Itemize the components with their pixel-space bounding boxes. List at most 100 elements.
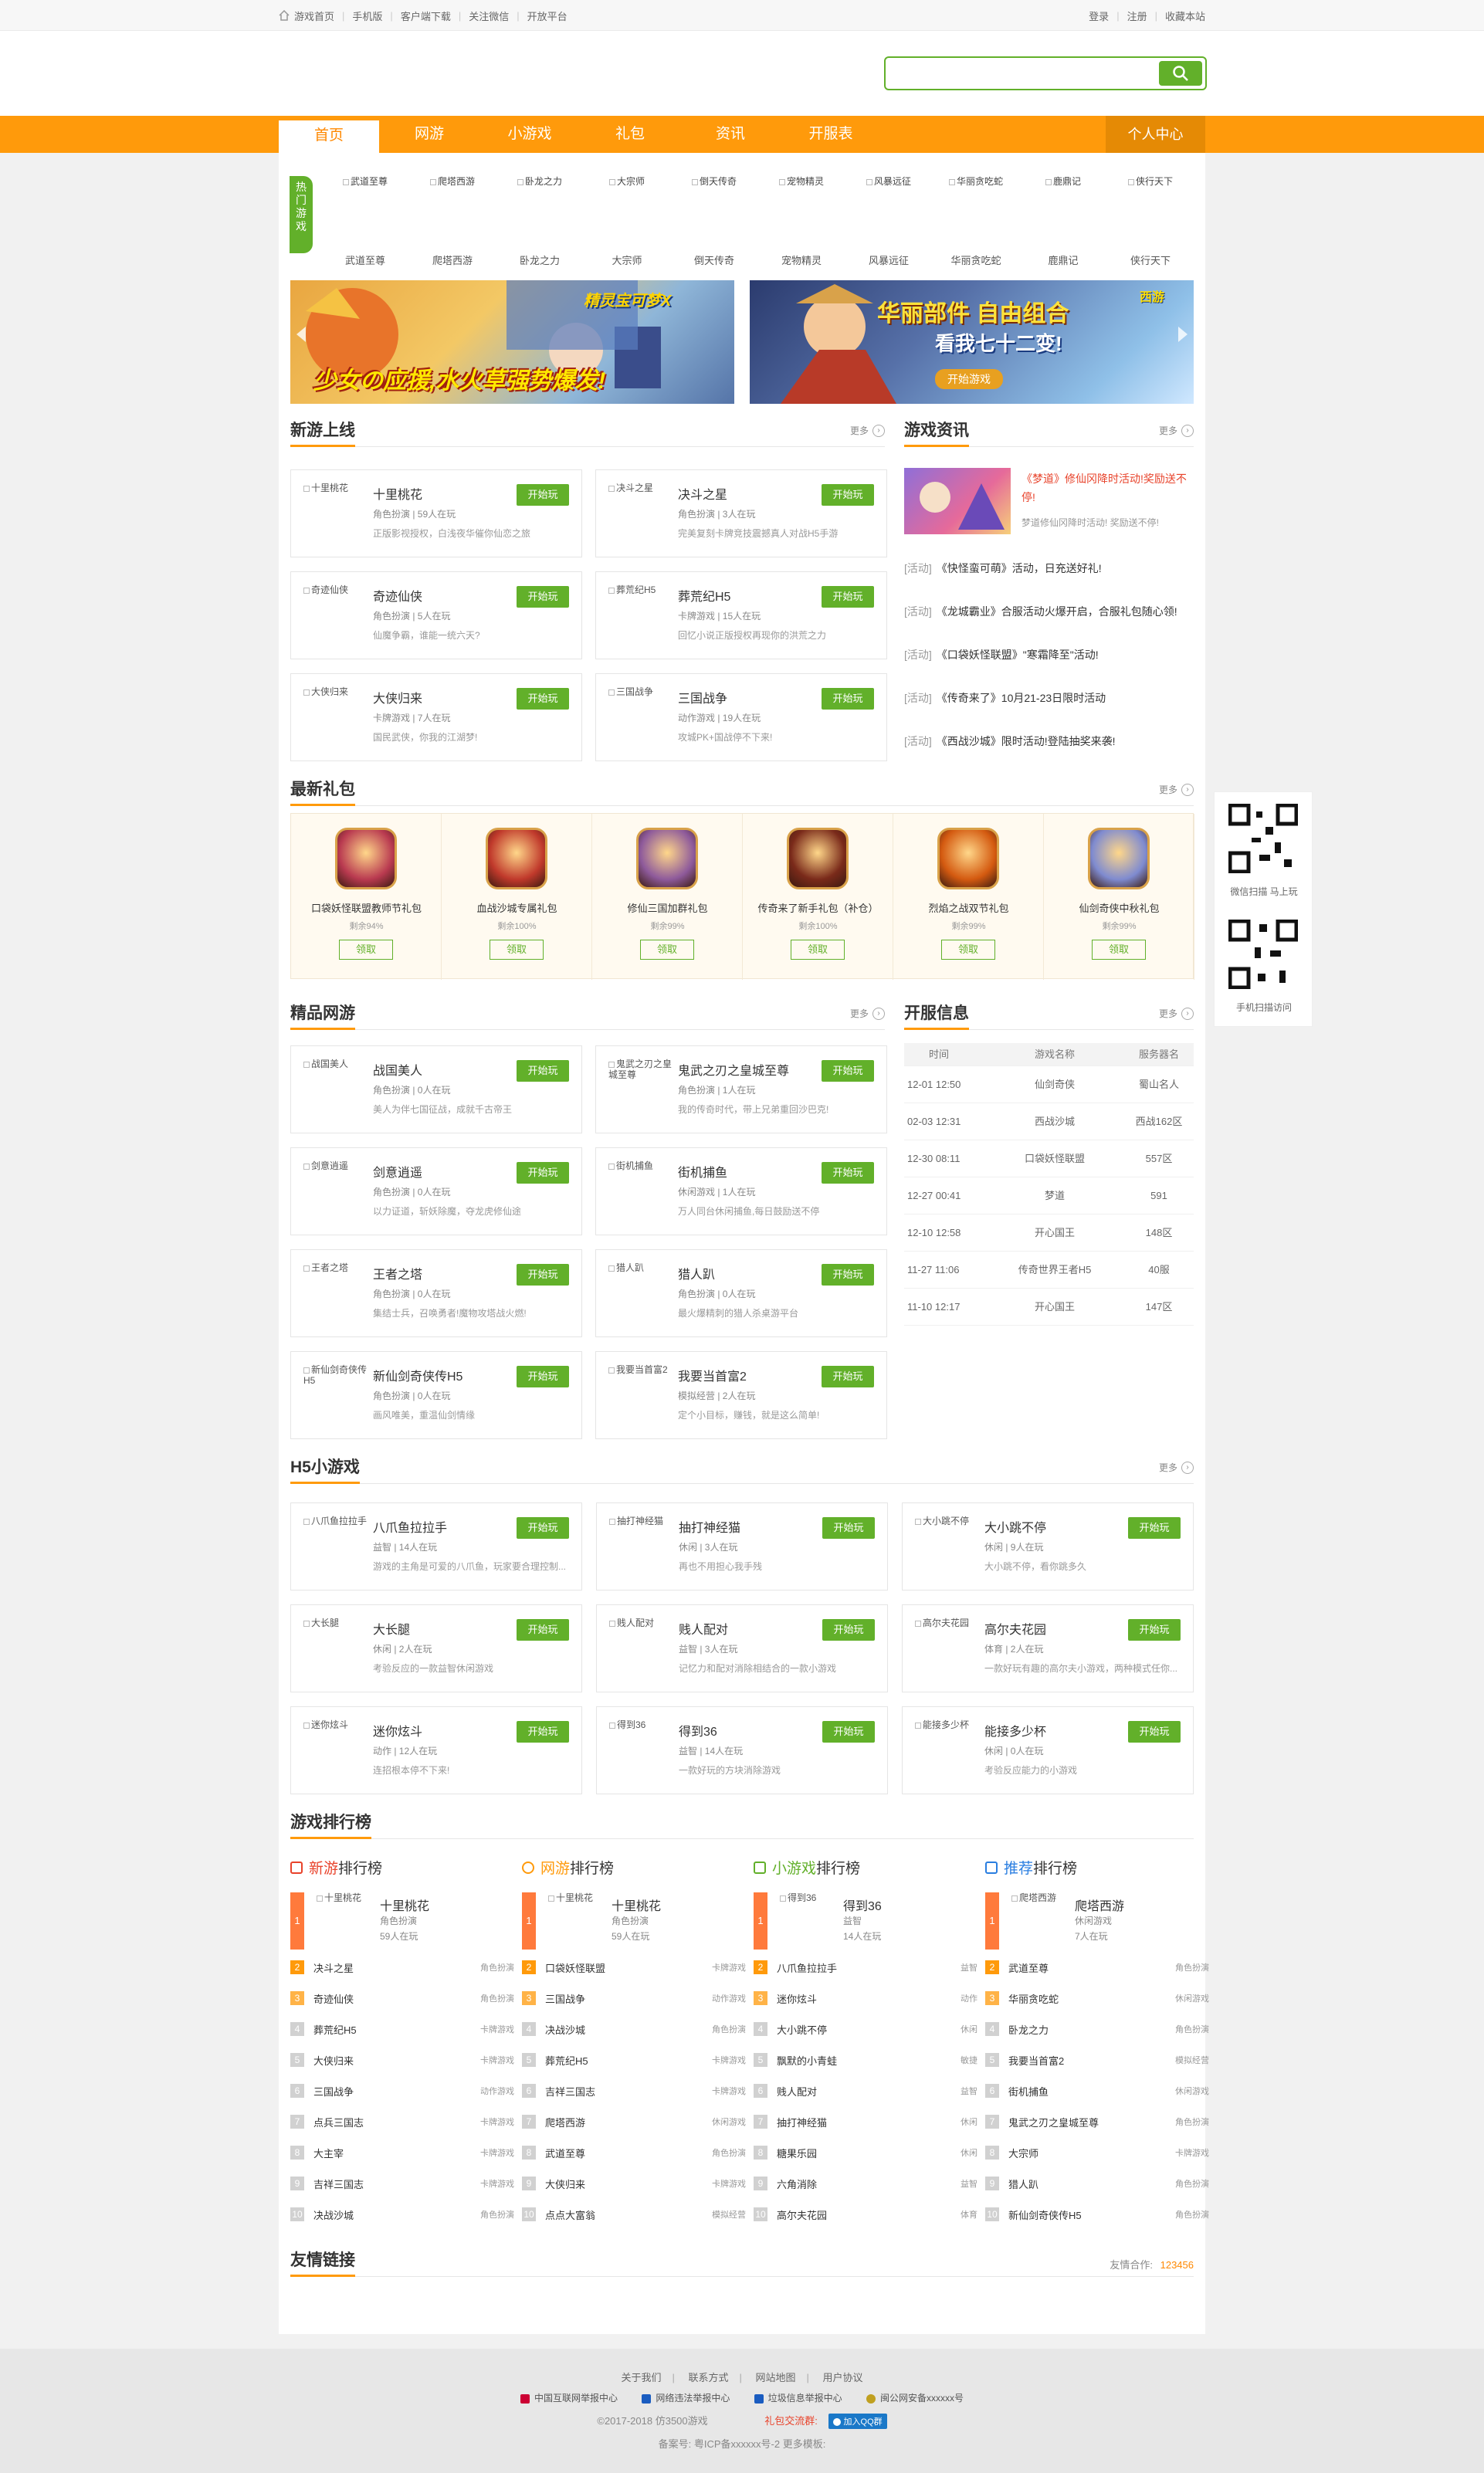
hot-game-item[interactable]: 侠行天下 侠行天下 [1112, 174, 1189, 267]
play-button[interactable]: 开始玩 [822, 1721, 875, 1743]
game-card[interactable]: 大小跳不停 大小跳不停 休闲 | 9人在玩 大小跳不停，看你跳多久 开始玩 [902, 1502, 1194, 1591]
play-button[interactable]: 开始玩 [822, 1619, 875, 1641]
hot-game-item[interactable]: 武道至尊 武道至尊 [327, 174, 404, 267]
game-card[interactable]: 奇迹仙侠 奇迹仙侠 角色扮演 | 5人在玩 仙魔争霸，谁能一统六天? 开始玩 [290, 571, 582, 659]
play-button[interactable]: 开始玩 [822, 1517, 875, 1539]
game-card[interactable]: 三国战争 三国战争 动作游戏 | 19人在玩 攻城PK+国战停不下来! 开始玩 [595, 673, 887, 761]
game-card[interactable]: 抽打神经猫 抽打神经猫 休闲 | 3人在玩 再也不用担心我手残 开始玩 [596, 1502, 888, 1591]
rank-list-item[interactable]: 3 华丽贪吃蛇 休闲游戏 [985, 1990, 1209, 2006]
join-qq-button[interactable]: 加入QQ群 [828, 2414, 887, 2429]
play-button[interactable]: 开始玩 [1128, 1619, 1181, 1641]
news-item[interactable]: [活动] 《传奇来了》10月21-23日限时活动 [904, 690, 1106, 706]
rank-list-item[interactable]: 5 大侠归来 卡牌游戏 [290, 2052, 514, 2068]
game-card[interactable]: 决斗之星 决斗之星 角色扮演 | 3人在玩 完美复刻卡牌竞技震撼真人对战H5手游 开始玩 [595, 469, 887, 557]
hot-game-item[interactable]: 鹿鼎记 鹿鼎记 [1025, 174, 1102, 267]
game-card[interactable]: 葬荒纪H5 葬荒纪H5 卡牌游戏 | 15人在玩 回忆小说正版授权再现你的洪荒之力 开始… [595, 571, 887, 659]
game-card[interactable]: 新仙剑奇侠传H5 新仙剑奇侠传H5 角色扮演 | 0人在玩 画风唯美，重温仙剑情缘 开始… [290, 1351, 582, 1439]
gift-claim-button[interactable]: 领取 [339, 940, 393, 960]
game-card[interactable]: 剑意逍遥 剑意逍遥 角色扮演 | 0人在玩 以力证道，斩妖除魔，夺龙虎修仙途 开始玩 [290, 1147, 582, 1235]
game-card[interactable]: 鬼武之刃之皇城至尊 鬼武之刃之皇城至尊 角色扮演 | 1人在玩 我的传奇时代，带上兄弟… [595, 1045, 887, 1133]
news-item[interactable]: [活动] 《快怪蛮可萌》活动，日充送好礼! [904, 561, 1102, 576]
hot-game-item[interactable]: 倒天传奇 倒天传奇 [676, 174, 753, 267]
news-item[interactable]: [活动] 《龙城霸业》合服活动火爆开启，合服礼包随心领! [904, 604, 1177, 619]
server-row[interactable]: 12-27 00:41 梦道 591 [904, 1177, 1194, 1214]
hot-game-item[interactable]: 华丽贪吃蛇 华丽贪吃蛇 [937, 174, 1015, 267]
user-center-button[interactable]: 个人中心 [1106, 116, 1205, 153]
server-row[interactable]: 02-03 12:31 西战沙城 西战162区 [904, 1103, 1194, 1140]
rank-list-item[interactable]: 4 大小跳不停 休闲 [754, 2021, 977, 2037]
rank-list-item[interactable]: 5 我要当首富2 模拟经营 [985, 2052, 1209, 2068]
rank-list-item[interactable]: 9 大侠归来 卡牌游戏 [522, 2176, 746, 2191]
h5-more[interactable]: 更多 › [1159, 1461, 1194, 1474]
play-button[interactable]: 开始玩 [822, 1162, 874, 1184]
news-item[interactable]: [活动] 《西战沙城》限时活动!登陆抽奖来袭! [904, 733, 1116, 749]
footer-sitemap[interactable]: 网站地图 [756, 2372, 796, 2383]
game-card[interactable]: 十里桃花 十里桃花 角色扮演 | 59人在玩 正版影视授权，白浅夜华催你仙恋之旅 开始玩 [290, 469, 582, 557]
play-button[interactable]: 开始玩 [822, 586, 874, 608]
rank-list-item[interactable]: 3 迷你炫斗 动作 [754, 1990, 977, 2006]
game-card[interactable]: 猎人趴 猎人趴 角色扮演 | 0人在玩 最火爆精刺的猎人杀桌游平台 开始玩 [595, 1249, 887, 1337]
news-top-image[interactable] [904, 468, 1011, 534]
play-button[interactable]: 开始玩 [517, 1366, 569, 1387]
server-row[interactable]: 11-27 11:06 传奇世界王者H5 40服 [904, 1252, 1194, 1289]
play-button[interactable]: 开始玩 [517, 688, 569, 710]
rank-list-item[interactable]: 2 口袋妖怪联盟 卡牌游戏 [522, 1960, 746, 1975]
hot-game-item[interactable]: 卧龙之力 卧龙之力 [501, 174, 578, 267]
nav-news[interactable]: 资讯 [680, 116, 781, 153]
gift-claim-button[interactable]: 领取 [1092, 940, 1146, 960]
rank-list-item[interactable]: 8 糖果乐园 休闲 [754, 2145, 977, 2160]
rank-list-item[interactable]: 7 点兵三国志 卡牌游戏 [290, 2114, 514, 2129]
play-button[interactable]: 开始玩 [517, 1619, 569, 1641]
game-card[interactable]: 战国美人 战国美人 角色扮演 | 0人在玩 美人为伴七国征战，成就千古帝王 开始玩 [290, 1045, 582, 1133]
nav-home[interactable]: 首页 [279, 120, 379, 153]
top-link-wechat[interactable]: 关注微信 [469, 8, 509, 23]
hot-game-item[interactable]: 宠物精灵 宠物精灵 [763, 174, 840, 267]
footer-badge-4[interactable]: 闽公网安备xxxxxx号 [880, 2393, 964, 2404]
rank-list-item[interactable]: 5 葬荒纪H5 卡牌游戏 [522, 2052, 746, 2068]
footer-badge-2[interactable]: 网络违法举报中心 [656, 2393, 730, 2404]
rank-list-item[interactable]: 10 点点大富翁 模拟经营 [522, 2207, 746, 2222]
footer-contact[interactable]: 联系方式 [688, 2372, 728, 2383]
game-card[interactable]: 迷你炫斗 迷你炫斗 动作 | 12人在玩 连招根本停不下来! 开始玩 [290, 1706, 582, 1794]
server-row[interactable]: 12-10 12:58 开心国王 148区 [904, 1214, 1194, 1252]
news-top-title[interactable]: 《梦道》修仙冈降时活动!奖励送不停! [1022, 469, 1193, 506]
banner-right[interactable]: 华丽部件 自由组合 看我七十二变! 开始游戏 西游 [750, 280, 1194, 404]
login-link[interactable]: 登录 [1089, 8, 1109, 23]
nav-mini[interactable]: 小游戏 [479, 116, 580, 153]
rank-list-item[interactable]: 9 吉祥三国志 卡牌游戏 [290, 2176, 514, 2191]
top-link-client[interactable]: 客户端下载 [401, 8, 451, 23]
rank-list-item[interactable]: 10 新仙剑奇侠传H5 角色扮演 [985, 2207, 1209, 2222]
rank-list-item[interactable]: 6 街机捕鱼 休闲游戏 [985, 2083, 1209, 2099]
rank-top-item[interactable]: 1 得到36 得到36 益智 14人在玩 [754, 1892, 977, 1950]
footer-badge-3[interactable]: 垃圾信息举报中心 [768, 2393, 842, 2404]
footer-agreement[interactable]: 用户协议 [823, 2372, 863, 2383]
rank-list-item[interactable]: 8 大主宰 卡牌游戏 [290, 2145, 514, 2160]
rank-list-item[interactable]: 7 鬼武之刃之皇城至尊 角色扮演 [985, 2114, 1209, 2129]
rank-list-item[interactable]: 6 三国战争 动作游戏 [290, 2083, 514, 2099]
nav-online[interactable]: 网游 [379, 116, 479, 153]
gifts-more[interactable]: 更多 › [1159, 783, 1194, 796]
play-button[interactable]: 开始玩 [822, 1060, 874, 1082]
server-row[interactable]: 11-10 12:17 开心国王 147区 [904, 1289, 1194, 1326]
rank-list-item[interactable]: 10 决战沙城 角色扮演 [290, 2207, 514, 2222]
gift-claim-button[interactable]: 领取 [941, 940, 995, 960]
play-button[interactable]: 开始玩 [517, 1162, 569, 1184]
game-card[interactable]: 王者之塔 王者之塔 角色扮演 | 0人在玩 集结士兵，召唤勇者!魔物攻塔战火燃! 开始玩 [290, 1249, 582, 1337]
footer-about[interactable]: 关于我们 [621, 2372, 661, 2383]
game-card[interactable]: 我要当首富2 我要当首富2 模拟经营 | 2人在玩 定个小目标，赚钱，就是这么简单! 开… [595, 1351, 887, 1439]
rank-top-item[interactable]: 1 十里桃花 十里桃花 角色扮演 59人在玩 [522, 1892, 746, 1950]
play-button[interactable]: 开始玩 [517, 484, 569, 506]
boutique-more[interactable]: 更多 › [850, 1007, 885, 1020]
rank-list-item[interactable]: 6 贱人配对 益智 [754, 2083, 977, 2099]
rank-list-item[interactable]: 4 卧龙之力 角色扮演 [985, 2021, 1209, 2037]
rank-top-item[interactable]: 1 十里桃花 十里桃花 角色扮演 59人在玩 [290, 1892, 514, 1950]
play-button[interactable]: 开始玩 [822, 1264, 874, 1286]
bookmark-link[interactable]: 收藏本站 [1165, 8, 1205, 23]
play-button[interactable]: 开始玩 [517, 1264, 569, 1286]
game-card[interactable]: 街机捕鱼 街机捕鱼 休闲游戏 | 1人在玩 万人同台休闲捕鱼,每日鼓励送不停 开始玩 [595, 1147, 887, 1235]
top-link-mobile[interactable]: 手机版 [352, 8, 382, 23]
hot-game-item[interactable]: 风暴远征 风暴远征 [850, 174, 927, 267]
game-card[interactable]: 得到36 得到36 益智 | 14人在玩 一款好玩的方块消除游戏 开始玩 [596, 1706, 888, 1794]
play-button[interactable]: 开始玩 [822, 688, 874, 710]
register-link[interactable]: 注册 [1127, 8, 1147, 23]
